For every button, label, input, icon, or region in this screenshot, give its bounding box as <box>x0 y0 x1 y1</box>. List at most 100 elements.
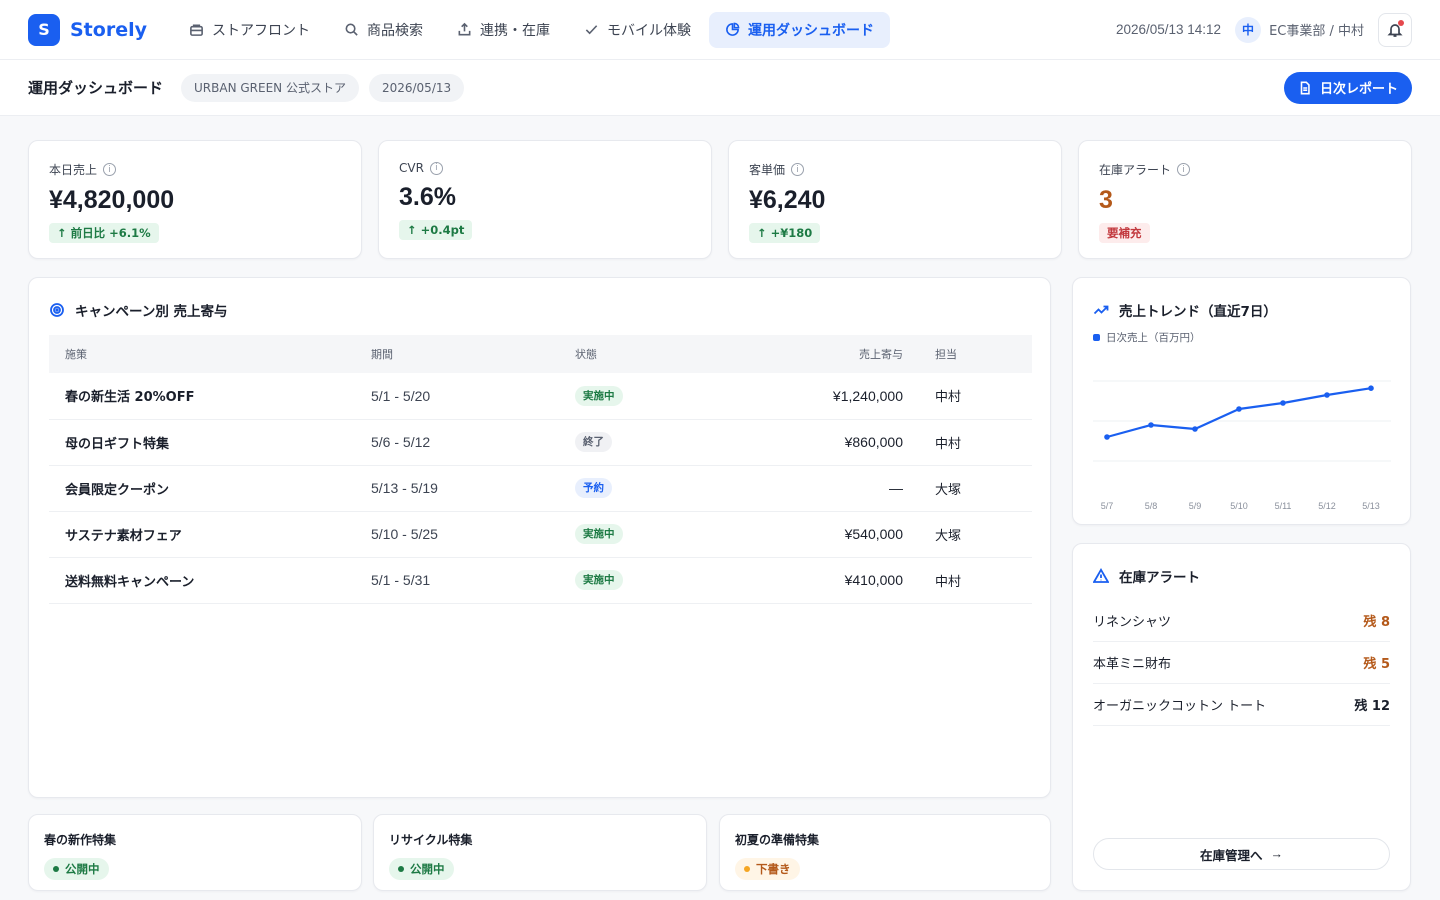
inventory-item-name: 本革ミニ財布 <box>1093 657 1172 672</box>
status-cell: 実施中 <box>559 557 719 604</box>
info-icon[interactable]: i <box>103 163 117 176</box>
status-dot <box>53 866 59 872</box>
feature-card[interactable]: 初夏の準備特集 下書き <box>719 814 1051 891</box>
x-tick-label: 5/11 <box>1275 501 1292 511</box>
feature-title: リサイクル特集 <box>389 833 473 847</box>
campaign-owner: 大塚 <box>919 465 1032 512</box>
arrow-up-icon: ↑ <box>57 226 67 240</box>
kpi-card-sales: 本日売上 i ¥4,820,000 ↑ 前日比 +6.1% <box>28 140 362 259</box>
trending-up-icon <box>1093 305 1109 315</box>
campaign-owner: 中村 <box>919 557 1032 604</box>
data-point[interactable] <box>1368 385 1374 391</box>
date-chip[interactable]: 2026/05/13 <box>368 73 465 102</box>
status-badge: 終了 <box>575 432 612 452</box>
nav-item-integration[interactable]: 連携・在庫 <box>441 12 566 48</box>
status-text: 公開中 <box>65 862 100 876</box>
data-point[interactable] <box>1148 422 1154 428</box>
status-dot <box>398 866 404 872</box>
kpi-card-aov: 客単価 i ¥6,240 ↑ +¥180 <box>728 140 1062 259</box>
table-row[interactable]: 母の日ギフト特集 5/6 - 5/12 終了 ¥860,000 中村 <box>49 419 1032 466</box>
feature-card[interactable]: リサイクル特集 公開中 <box>373 814 707 891</box>
info-icon[interactable]: i <box>1177 163 1191 176</box>
info-icon[interactable]: i <box>429 161 443 175</box>
data-point[interactable] <box>1236 406 1242 412</box>
section-title-text: 売上トレンド（直近7日） <box>1119 304 1277 320</box>
column-header[interactable]: 売上寄与 <box>719 335 919 373</box>
kpi-delta-text: 前日比 +6.1% <box>70 226 151 240</box>
status-badge: 実施中 <box>575 385 623 406</box>
campaign-owner: 中村 <box>919 419 1032 466</box>
info-icon[interactable]: i <box>791 163 805 176</box>
campaign-owner: 中村 <box>919 373 1032 420</box>
kpi-label: CVR <box>399 161 424 175</box>
table-row[interactable]: 送料無料キャンペーン 5/1 - 5/31 実施中 ¥410,000 中村 <box>49 557 1032 604</box>
campaign-period: 5/1 - 5/31 <box>355 557 559 604</box>
main-nav: ストアフロント 商品検索 連携・在庫 モバイル体験 運用ダッシュボード <box>173 11 890 48</box>
search-icon <box>345 23 358 36</box>
daily-report-button[interactable]: 日次レポート <box>1283 71 1412 104</box>
campaign-owner: 大塚 <box>919 511 1032 558</box>
status-dot <box>744 866 750 872</box>
table-row[interactable]: 会員限定クーポン 5/13 - 5/19 予約 — 大塚 <box>49 465 1032 512</box>
column-header[interactable]: 施策 <box>49 335 355 373</box>
kpi-status-badge: 要補充 <box>1099 223 1150 243</box>
sales-trend-panel: 売上トレンド（直近7日） 日次売上（百万円） 5/7 5/8 5/9 5/10 5/11… <box>1072 277 1411 525</box>
current-datetime: 2026/05/13 14:12 <box>1115 22 1222 37</box>
x-tick-label: 5/7 <box>1101 501 1114 511</box>
storefront-icon <box>190 24 203 36</box>
kpi-label: 在庫アラート <box>1099 163 1172 177</box>
kpi-value: ¥6,240 <box>749 186 826 214</box>
data-point[interactable] <box>1324 392 1330 398</box>
status-badge: 予約 <box>575 478 612 498</box>
column-header[interactable]: 状態 <box>559 335 719 373</box>
pie-chart-icon <box>726 22 740 36</box>
campaign-period: 5/13 - 5/19 <box>355 465 559 512</box>
column-header[interactable]: 担当 <box>919 335 1032 373</box>
data-point[interactable] <box>1104 434 1110 440</box>
list-item[interactable]: 本革ミニ財布 残 5 <box>1093 642 1390 684</box>
kpi-delta-badge: ↑ 前日比 +6.1% <box>49 223 159 243</box>
nav-item-mobile[interactable]: モバイル体験 <box>568 12 707 48</box>
user-menu[interactable]: 中 EC事業部 / 中村 <box>1235 16 1364 43</box>
feature-card[interactable]: 春の新作特集 公開中 <box>28 814 362 891</box>
status-cell: 実施中 <box>559 511 719 558</box>
top-navbar: S Storely ストアフロント 商品検索 連携・在庫 モバイル体験 運用ダッ… <box>0 0 1440 60</box>
notifications-button[interactable] <box>1378 12 1412 47</box>
data-point[interactable] <box>1280 400 1286 406</box>
brand-logo: S <box>28 13 60 46</box>
nav-item-product-search[interactable]: 商品検索 <box>328 12 439 48</box>
kpi-delta-text: +¥180 <box>770 226 813 240</box>
campaign-name: 母の日ギフト特集 <box>49 419 355 466</box>
table-row[interactable]: 春の新生活 20%OFF 5/1 - 5/20 実施中 ¥1,240,000 中… <box>49 373 1032 420</box>
feature-title: 春の新作特集 <box>44 833 117 847</box>
x-tick-label: 5/13 <box>1362 501 1380 511</box>
nav-item-storefront[interactable]: ストアフロント <box>173 12 326 48</box>
status-text: 公開中 <box>410 862 445 876</box>
status-cell: 実施中 <box>559 373 719 420</box>
kpi-card-stock-alert: 在庫アラート i 3 要補充 <box>1078 140 1412 259</box>
data-point[interactable] <box>1192 426 1198 432</box>
status-badge: 下書き <box>735 858 800 880</box>
report-button-label: 日次レポート <box>1319 81 1398 96</box>
list-item[interactable]: オーガニックコットン トート 残 12 <box>1093 684 1390 726</box>
kpi-value: 3.6% <box>399 183 456 211</box>
column-header[interactable]: 期間 <box>355 335 559 373</box>
inventory-management-button[interactable]: 在庫管理へ → <box>1093 838 1390 870</box>
section-title: 売上トレンド（直近7日） <box>1093 300 1390 320</box>
nav-label: 連携・在庫 <box>479 22 550 39</box>
store-chip[interactable]: URBAN GREEN 公式ストア <box>181 73 359 102</box>
kpi-delta-badge: ↑ +0.4pt <box>399 220 473 240</box>
nav-item-dashboard[interactable]: 運用ダッシュボード <box>708 11 890 48</box>
campaign-period: 5/6 - 5/12 <box>355 419 559 466</box>
header-right: 2026/05/13 14:12 中 EC事業部 / 中村 <box>1115 12 1412 47</box>
brand[interactable]: S Storely <box>28 13 147 46</box>
status-badge: 公開中 <box>389 858 454 880</box>
kpi-label-row: 客単価 i <box>749 161 1041 178</box>
section-title: 在庫アラート <box>1093 566 1390 586</box>
campaign-name: 春の新生活 20%OFF <box>49 373 355 420</box>
table-row[interactable]: サステナ素材フェア 5/10 - 5/25 実施中 ¥540,000 大塚 <box>49 511 1032 558</box>
kpi-label: 客単価 <box>749 163 786 177</box>
status-badge: 実施中 <box>575 524 623 544</box>
list-item[interactable]: リネンシャツ 残 8 <box>1093 600 1390 642</box>
campaign-name: サステナ素材フェア <box>49 511 355 558</box>
